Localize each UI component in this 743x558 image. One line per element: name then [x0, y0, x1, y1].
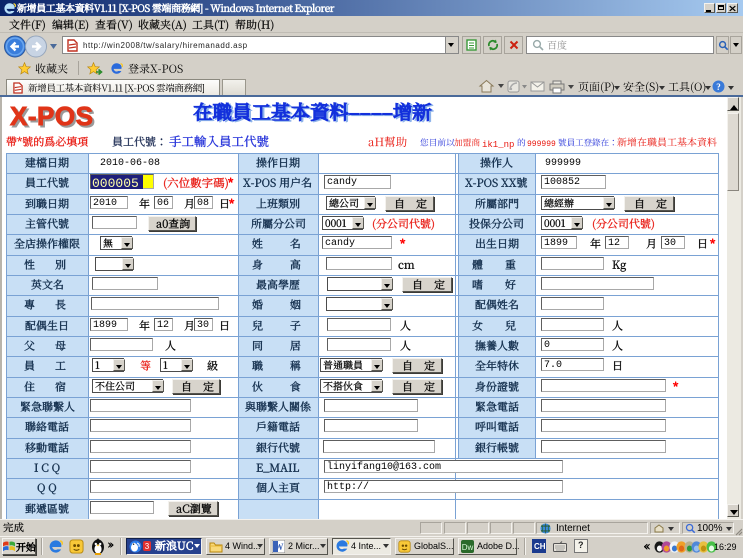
svg-text:?: ? [716, 82, 721, 92]
svg-text:3: 3 [145, 542, 150, 551]
svg-text:W: W [275, 542, 284, 552]
svg-text:Dw: Dw [462, 543, 474, 552]
